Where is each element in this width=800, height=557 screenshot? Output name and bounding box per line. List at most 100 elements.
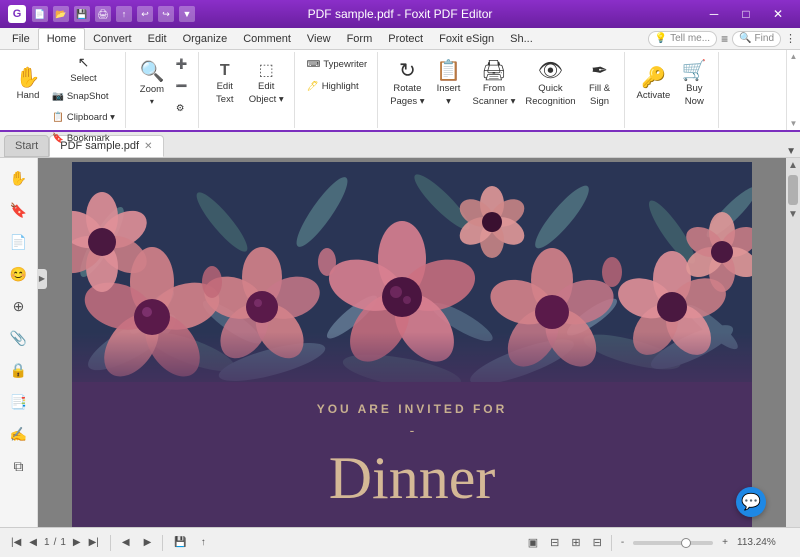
zoom-slider[interactable] <box>633 541 713 545</box>
prev-page-button[interactable]: ◀ <box>26 535 40 550</box>
customize-icon[interactable]: ▼ <box>179 6 195 22</box>
zoom-in-button[interactable]: ➕ <box>172 54 192 74</box>
next-view-button[interactable]: ▶ <box>141 535 155 550</box>
buy-now-button[interactable]: 🛒 Buy Now <box>676 54 712 114</box>
edit-text-icon: T <box>220 63 230 79</box>
menu-edit[interactable]: Edit <box>140 28 175 50</box>
from-scanner-icon: 🖨 <box>481 61 506 81</box>
fill-sign-button[interactable]: ✒ Fill & Sign <box>582 54 618 114</box>
current-page: 1 <box>42 537 52 548</box>
zoom-level: 113.24% <box>737 537 792 548</box>
tab-dropdown[interactable]: ▼ <box>782 146 800 157</box>
tell-me-box[interactable]: 💡 Tell me... <box>648 31 717 47</box>
menu-convert[interactable]: Convert <box>85 28 140 50</box>
quick-recognition-button[interactable]: 👁 Quick Recognition <box>521 54 579 114</box>
bookmark-button[interactable]: 🔖 Bookmark <box>48 128 119 148</box>
status-right: ▣ ⊟ ⊞ ⊟ - + 113.24% <box>525 534 792 551</box>
from-scanner-button[interactable]: 🖨 From Scanner ▾ <box>469 54 520 114</box>
left-sidebar: ✋ 🔖 📄 😊 ⊕ 📎 🔒 📑 ✍ ⧉ <box>0 158 38 527</box>
ribbon-scroll-down[interactable]: ▼ <box>787 119 800 128</box>
chat-icon[interactable]: 💬 <box>736 487 766 517</box>
zoom-button[interactable]: 🔍 Zoom ▾ <box>134 54 170 114</box>
menu-view[interactable]: View <box>299 28 339 50</box>
undo-icon[interactable]: ↩ <box>137 6 153 22</box>
edit-object-button[interactable]: ⬚ Edit Object ▾ <box>245 54 288 114</box>
sidebar-icon-compare[interactable]: ⧉ <box>5 452 33 480</box>
zoom-out-button[interactable]: ➖ <box>172 76 192 96</box>
menu-comment[interactable]: Comment <box>235 28 299 50</box>
sidebar-icon-pages[interactable]: 📄 <box>5 228 33 256</box>
last-page-button[interactable]: ▶| <box>86 535 102 550</box>
save-copy-button[interactable]: 💾 <box>171 535 189 550</box>
activate-button[interactable]: 🔑 Activate <box>633 54 675 114</box>
menu-home[interactable]: Home <box>38 28 85 50</box>
facing-continuous-view-button[interactable]: ⊟ <box>590 534 605 551</box>
highlight-button[interactable]: 🖊 Highlight <box>303 76 372 96</box>
edit-text-button[interactable]: T Edit Text <box>207 54 243 114</box>
zoom-thumb[interactable] <box>681 538 691 548</box>
sidebar-icon-layers[interactable]: ⊕ <box>5 292 33 320</box>
sidebar-collapse-arrow[interactable]: ▶ <box>37 269 47 289</box>
typewriter-button[interactable]: ⌨ Typewriter <box>303 54 372 74</box>
menu-file[interactable]: File <box>4 28 38 50</box>
sidebar-icon-hand[interactable]: ✋ <box>5 164 33 192</box>
share-doc-button[interactable]: ↑ <box>198 535 209 550</box>
select-icon: ↖ <box>78 54 90 71</box>
rotate-pages-button[interactable]: ↻ Rotate Pages ▾ <box>386 54 428 114</box>
sidebar-icon-bookmark[interactable]: 🔖 <box>5 196 33 224</box>
zoom-options-button[interactable]: ⚙ <box>172 98 192 118</box>
menu-organize[interactable]: Organize <box>175 28 236 50</box>
insert-icon: 📋 <box>436 61 461 81</box>
snapshot-icon: 📷 <box>52 91 64 102</box>
total-pages: 1 <box>58 537 68 548</box>
minimize-button[interactable]: ─ <box>700 5 728 23</box>
close-button[interactable]: ✕ <box>764 5 792 23</box>
facing-view-button[interactable]: ⊞ <box>568 534 583 551</box>
window-title: PDF sample.pdf - Foxit PDF Editor <box>308 7 493 21</box>
scrollbar-thumb[interactable] <box>788 175 798 205</box>
sidebar-icon-signatures[interactable]: ✍ <box>5 420 33 448</box>
options-icon[interactable]: ⋮ <box>785 32 796 45</box>
hand-button[interactable]: ✋ Hand <box>10 54 46 114</box>
zoom-minus-button[interactable]: - <box>618 535 627 550</box>
menu-form[interactable]: Form <box>339 28 381 50</box>
sidebar-icon-security[interactable]: 🔒 <box>5 356 33 384</box>
pdf-dash: - <box>112 422 712 438</box>
find-box[interactable]: 🔍 Find <box>732 31 781 47</box>
scroll-up-button[interactable]: ▲ <box>786 158 800 173</box>
open-icon[interactable]: 📂 <box>53 6 69 22</box>
maximize-button[interactable]: □ <box>732 5 760 23</box>
right-scrollbar[interactable]: ▲ ▼ <box>786 158 800 527</box>
print-icon[interactable]: 🖨 <box>95 6 111 22</box>
ribbon-group-edit: T Edit Text ⬚ Edit Object ▾ <box>201 52 295 128</box>
sidebar-icon-attachments[interactable]: 📎 <box>5 324 33 352</box>
snapshot-button[interactable]: 📷 SnapShot <box>48 86 119 106</box>
sidebar-icon-comments[interactable]: 😊 <box>5 260 33 288</box>
sidebar-icon-fields[interactable]: 📑 <box>5 388 33 416</box>
hand-icon: ✋ <box>16 68 41 88</box>
new-icon[interactable]: 📄 <box>32 6 48 22</box>
menu-foxit-esign[interactable]: Foxit eSign <box>431 28 502 50</box>
continuous-view-button[interactable]: ⊟ <box>547 534 562 551</box>
clipboard-button[interactable]: 📋 Clipboard ▾ <box>48 107 119 127</box>
zoom-plus-button[interactable]: + <box>719 535 731 550</box>
next-page-button[interactable]: ▶ <box>70 535 84 550</box>
redo-icon[interactable]: ↪ <box>158 6 174 22</box>
scroll-down-button[interactable]: ▼ <box>786 207 800 222</box>
settings-icon[interactable]: ≡ <box>721 32 728 46</box>
tab-bar: Start PDF sample.pdf ✕ ▼ <box>0 132 800 158</box>
menu-share[interactable]: Sh... <box>502 28 541 50</box>
ribbon-scroll-up[interactable]: ▲ <box>787 52 800 61</box>
tab-close-icon[interactable]: ✕ <box>144 141 152 152</box>
save-icon[interactable]: 💾 <box>74 6 90 22</box>
menu-protect[interactable]: Protect <box>380 28 431 50</box>
edit-object-icon: ⬚ <box>259 63 274 79</box>
insert-button[interactable]: 📋 Insert ▾ <box>431 54 467 114</box>
first-page-button[interactable]: |◀ <box>8 535 24 550</box>
bookmark-icon: 🔖 <box>52 133 64 144</box>
select-button[interactable]: ↖ Select <box>48 54 119 84</box>
prev-view-button[interactable]: ◀ <box>119 535 133 550</box>
content-area: YOU ARE INVITED FOR - Dinner 💬 <box>38 158 786 527</box>
single-page-view-button[interactable]: ▣ <box>525 534 541 551</box>
share-icon[interactable]: ↑ <box>116 6 132 22</box>
